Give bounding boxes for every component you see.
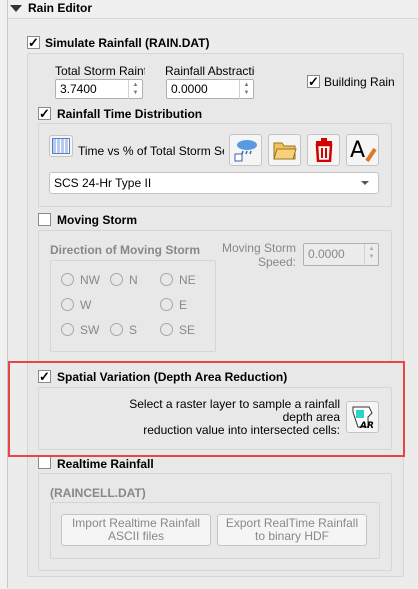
radio-label: S (129, 323, 138, 337)
text-edit-icon: A (350, 138, 377, 163)
spin-arrows-icon[interactable]: ▲ ▼ (239, 80, 253, 99)
direction-label: Direction of Moving Storm (50, 243, 200, 257)
radio-se[interactable] (160, 323, 173, 336)
radio-ne[interactable] (160, 273, 173, 286)
radio-label: SE (179, 323, 196, 337)
radio-e[interactable] (160, 298, 173, 311)
radio-label: SW (80, 323, 100, 337)
radio-w[interactable] (61, 298, 74, 311)
rename-button[interactable]: A (346, 134, 379, 166)
delete-button[interactable] (307, 134, 340, 166)
collapse-triangle-icon[interactable] (10, 5, 22, 12)
realtime-rainfall-checkbox[interactable] (38, 456, 51, 469)
moving-storm-label: Moving Storm (57, 213, 137, 227)
radio-s[interactable] (110, 323, 123, 336)
total-storm-label: Total Storm Rainfa (55, 64, 145, 78)
moving-storm-checkbox[interactable] (38, 213, 51, 226)
radio-label: E (179, 298, 188, 312)
raincell-label: (RAINCELL.DAT) (50, 486, 146, 500)
time-distribution-label: Rainfall Time Distribution (57, 107, 203, 121)
spin-arrows-icon[interactable]: ▲ ▼ (128, 80, 142, 99)
radio-label: NE (179, 273, 196, 287)
abstraction-spinbox[interactable]: 0.0000 ▲ ▼ (166, 79, 254, 99)
building-rain-checkbox[interactable]: ✓ (307, 75, 320, 88)
abstraction-label: Rainfall Abstractio (165, 64, 255, 78)
table-icon (52, 138, 70, 154)
speed-spinbox[interactable]: 0.0000 ▲ ▼ (303, 243, 379, 266)
abstraction-value: 0.0000 (171, 82, 208, 96)
spin-arrows-icon[interactable]: ▲ ▼ (364, 244, 378, 266)
svg-text:A: A (350, 138, 365, 163)
highlight-box (8, 361, 405, 457)
total-storm-spinbox[interactable]: 3.7400 ▲ ▼ (55, 79, 143, 99)
simulate-rainfall-checkbox[interactable]: ✓ (27, 36, 40, 49)
radio-label: NW (80, 273, 100, 287)
button-line: ASCII files (107, 529, 164, 543)
chevron-down-icon (361, 181, 369, 185)
building-rain-label: Building Rain (324, 75, 395, 89)
radio-label: W (80, 298, 92, 312)
button-line: to binary HDF (254, 529, 330, 543)
speed-label-line: Moving Storm (221, 241, 296, 255)
distribution-combobox[interactable]: SCS 24-Hr Type II (49, 172, 379, 194)
radio-sw[interactable] (61, 323, 74, 336)
rain-cloud-icon (234, 140, 257, 162)
time-distribution-checkbox[interactable]: ✓ (38, 107, 51, 120)
export-realtime-button[interactable]: Export RealTime Rainfall to binary HDF (217, 514, 367, 546)
rain-table-button[interactable] (229, 134, 262, 166)
speed-value: 0.0000 (308, 247, 345, 261)
folder-icon (272, 142, 297, 160)
open-folder-button[interactable] (268, 134, 301, 166)
radio-nw[interactable] (61, 273, 74, 286)
total-storm-value: 3.7400 (60, 82, 97, 96)
combobox-value: SCS 24-Hr Type II (54, 176, 152, 190)
simulate-rainfall-label: Simulate Rainfall (RAIN.DAT) (45, 36, 210, 50)
import-realtime-button[interactable]: Import Realtime Rainfall ASCII files (61, 514, 211, 546)
table-button[interactable] (49, 135, 73, 157)
series-label: Time vs % of Total Storm Serie (78, 144, 224, 158)
section-title[interactable]: Rain Editor (28, 1, 92, 15)
trash-icon (315, 138, 332, 162)
speed-label-line: Speed: (257, 255, 296, 269)
radio-label: N (129, 273, 138, 287)
realtime-rainfall-label: Realtime Rainfall (57, 457, 154, 471)
radio-n[interactable] (110, 273, 123, 286)
speed-label: Moving Storm Speed: (220, 241, 296, 269)
